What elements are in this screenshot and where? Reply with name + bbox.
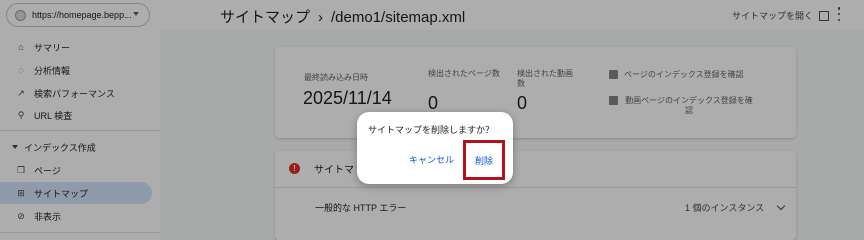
dialog-message: サイトマップを削除しますか？ xyxy=(368,125,495,135)
delete-confirm-dialog: サイトマップを削除しますか？ キャンセル 削除 xyxy=(357,112,513,184)
cancel-button[interactable]: キャンセル xyxy=(409,153,454,166)
delete-button[interactable]: 削除 xyxy=(463,140,505,180)
